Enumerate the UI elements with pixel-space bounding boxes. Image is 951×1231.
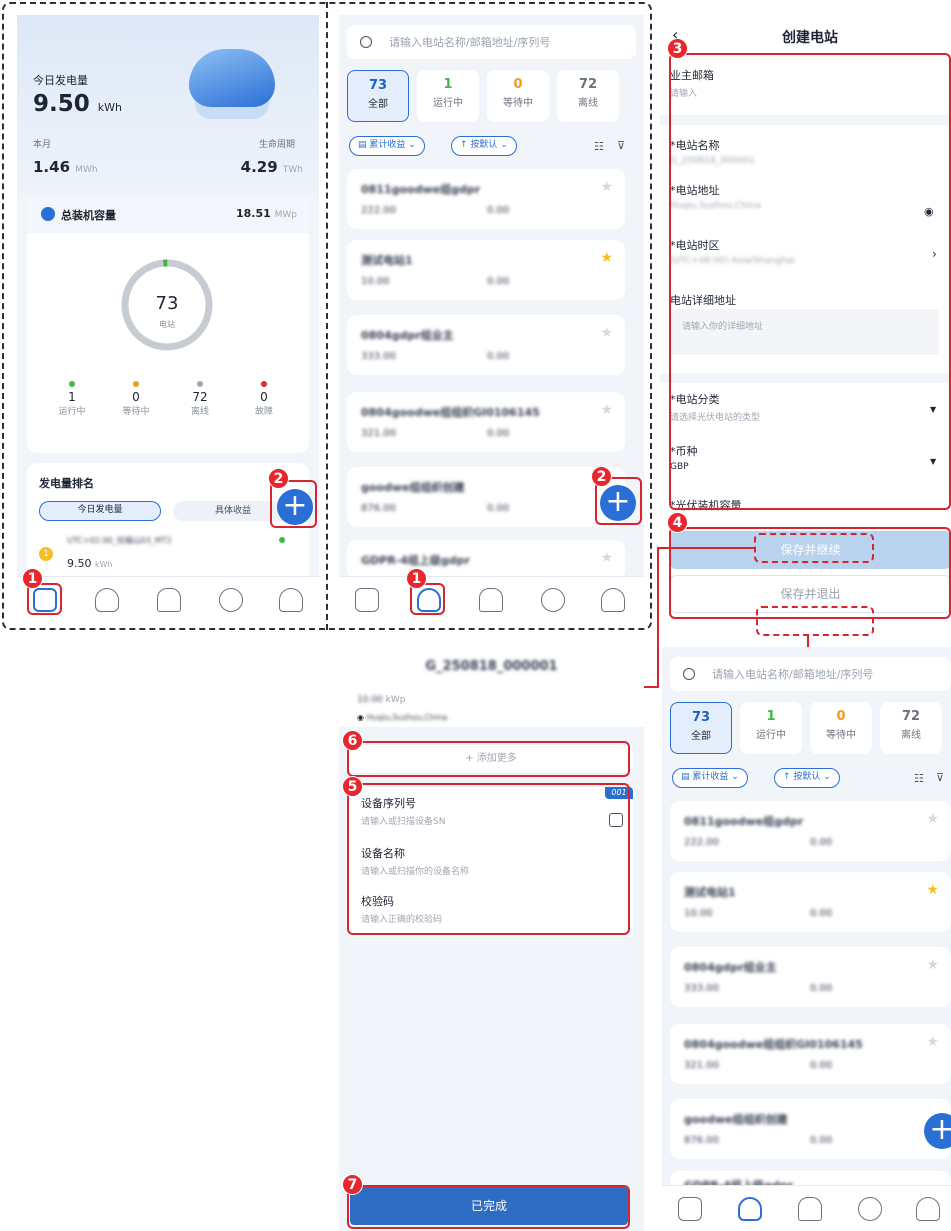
favorite-star-icon[interactable]: ★ — [926, 957, 939, 973]
search-icon — [683, 668, 695, 680]
stat-offline[interactable]: 72 离线 — [880, 702, 942, 754]
filter-income-dropdown[interactable]: ▤ 累计收益 ⌄ — [672, 768, 748, 788]
station-capacity: 222.00 — [684, 837, 719, 848]
bottom-tab-bar — [662, 1185, 951, 1231]
station-name: 0804goodwe组组织GI0106145 — [684, 1038, 863, 1051]
station-card[interactable]: 0811goodwe组gdpr 222.00 0.00 ★ — [670, 801, 951, 861]
filter-sort-label: 按默认 — [793, 772, 821, 782]
tab-profile-icon[interactable] — [916, 1197, 940, 1221]
favorite-star-icon[interactable]: ★ — [926, 1034, 939, 1050]
device-capacity-unit: kWp — [385, 695, 406, 705]
step-marker-6: 6 — [342, 730, 363, 751]
device-address-text: Huqiu,Suzhou,China — [366, 713, 448, 722]
station-income: 0.00 — [810, 837, 833, 848]
stat-waiting-value: 0 — [836, 709, 846, 724]
highlight-device-form — [347, 783, 630, 935]
stat-all-label: 全部 — [691, 731, 711, 742]
step-marker-5: 5 — [342, 776, 363, 797]
station-card[interactable]: 0804goodwe组组织GI0106145 321.00 0.00 ★ — [670, 1024, 951, 1084]
station-capacity: 10.00 — [684, 908, 713, 919]
tab-alarm-icon[interactable] — [798, 1197, 822, 1221]
device-address: ◉ Huqiu,Suzhou,China — [357, 713, 447, 722]
view-toggle-icon[interactable]: ☷ — [914, 772, 924, 785]
stat-waiting-label: 等待中 — [826, 730, 856, 741]
filter-sort-dropdown[interactable]: ↑ 按默认 ⌄ — [774, 768, 840, 788]
device-capacity: 10.00 kWp — [357, 695, 405, 705]
tab-overview-icon[interactable] — [678, 1197, 702, 1221]
highlight-add-more — [347, 741, 630, 777]
step-marker-7: 7 — [342, 1174, 363, 1195]
stat-all-value: 73 — [691, 710, 711, 725]
stat-running[interactable]: 1 运行中 — [740, 702, 802, 754]
station-capacity: 321.00 — [684, 1060, 719, 1071]
device-station-name: G_250818_000001 — [425, 659, 558, 674]
favorite-star-icon[interactable]: ★ — [926, 811, 939, 827]
address-pin-icon: ◉ — [357, 713, 364, 722]
add-device-screen: G_250818_000001 10.00 kWp ◉ Huqiu,Suzhou… — [339, 647, 644, 1231]
station-income: 0.00 — [810, 1135, 833, 1146]
favorite-star-icon[interactable]: ★ — [926, 882, 939, 898]
stat-running-value: 1 — [766, 709, 776, 724]
station-income: 0.00 — [810, 983, 833, 994]
tab-device-icon[interactable] — [858, 1197, 882, 1221]
tab-station-icon[interactable] — [738, 1197, 762, 1221]
station-income: 0.00 — [810, 908, 833, 919]
stat-all[interactable]: 73 全部 — [670, 702, 732, 754]
station-card[interactable]: 0804gdpr组业主 333.00 0.00 ★ — [670, 947, 951, 1007]
stat-running-label: 运行中 — [756, 730, 786, 741]
highlight-done-button — [347, 1185, 630, 1229]
stat-waiting[interactable]: 0 等待中 — [810, 702, 872, 754]
filter-income-label: 累计收益 — [692, 772, 729, 782]
stat-offline-value: 72 — [901, 709, 921, 724]
station-list-screen-after: 请输入电站名称/邮箱地址/序列号 73 全部 1 运行中 0 等待中 72 离线… — [662, 647, 951, 1231]
station-card[interactable]: 测试电站1 10.00 0.00 ★ — [670, 872, 951, 932]
stats-row: 73 全部 1 运行中 0 等待中 72 离线 — [670, 702, 951, 754]
station-name: 0804gdpr组业主 — [684, 961, 777, 974]
stat-offline-label: 离线 — [901, 730, 921, 741]
filter-icon[interactable]: ⊽ — [936, 771, 944, 784]
station-name: goodwe组组织创建 — [684, 1113, 788, 1126]
station-card[interactable]: goodwe组组织创建 876.00 0.00 — [670, 1099, 951, 1159]
station-name: 测试电站1 — [684, 886, 736, 899]
station-capacity: 333.00 — [684, 983, 719, 994]
station-search-input[interactable]: 请输入电站名称/邮箱地址/序列号 — [670, 657, 951, 691]
station-capacity: 876.00 — [684, 1135, 719, 1146]
station-name: 0811goodwe组gdpr — [684, 815, 804, 828]
device-capacity-number: 10.00 — [357, 695, 383, 705]
station-income: 0.00 — [810, 1060, 833, 1071]
